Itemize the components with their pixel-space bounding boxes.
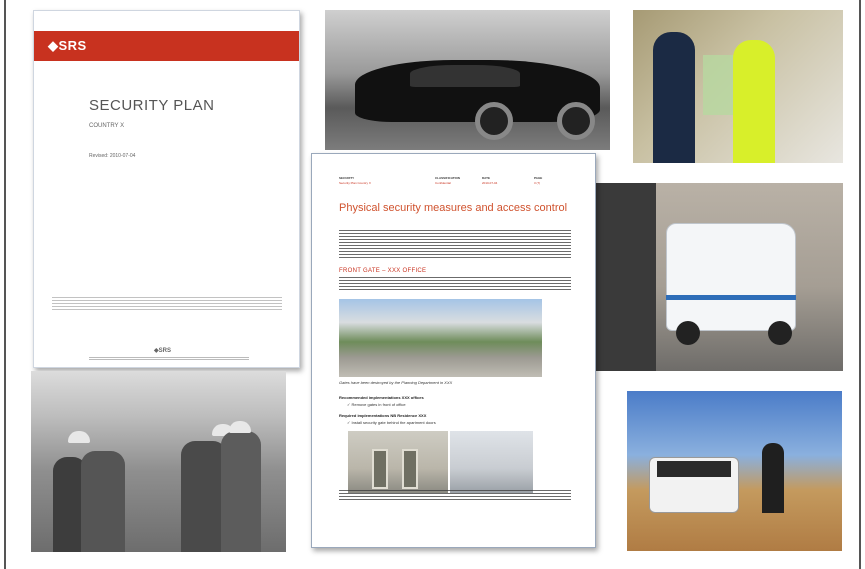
right-border	[859, 0, 861, 569]
meta-column: CLASSIFICATION Confidential	[435, 176, 460, 186]
cover-footer-logo: ◆SRS	[154, 348, 171, 354]
door	[402, 449, 418, 489]
meta-value: 3 (7)	[534, 181, 541, 185]
cover-red-band: ◆SRS	[34, 31, 299, 61]
cover-footer-address	[89, 357, 249, 361]
required-item-text: Install security gate behind the apartme…	[351, 420, 436, 425]
suv-window	[657, 461, 731, 477]
ambulance-van	[666, 223, 796, 331]
report-page: SECURITY Security Plan Country X CLASSIF…	[311, 153, 596, 548]
cover-title: SECURITY PLAN	[89, 97, 215, 114]
hard-hat	[229, 421, 251, 433]
cover-subtitle: COUNTRY X	[89, 123, 125, 129]
meta-value: 2010-07-04	[482, 181, 498, 185]
meta-column: SECURITY Security Plan Country X	[339, 176, 371, 186]
guard-screening-photo	[633, 10, 843, 163]
intro-paragraph	[339, 230, 571, 260]
subsection-title: FRONT GATE – XXX OFFICE	[339, 268, 427, 274]
apartment-door-photo	[348, 431, 448, 493]
meta-value: Confidential	[435, 181, 451, 185]
door	[372, 449, 388, 489]
car-wheel	[557, 102, 595, 140]
visitor-figure	[733, 40, 775, 163]
guard-figure	[653, 32, 695, 163]
person-figure	[762, 443, 784, 513]
ambulance-photo	[596, 183, 843, 371]
ambulance-wheel	[676, 321, 700, 345]
cover-disclaimer-text	[52, 297, 282, 311]
section-heading: Physical security measures and access co…	[339, 202, 568, 214]
person-figure	[221, 431, 261, 552]
person-figure	[81, 451, 125, 552]
hard-hat	[68, 431, 90, 443]
car-wheel	[475, 102, 513, 140]
front-gate-paragraph	[339, 277, 571, 292]
srs-logo: ◆SRS	[48, 38, 87, 53]
meta-column: PAGE 3 (7)	[534, 176, 542, 186]
front-gate-photo	[339, 299, 542, 377]
required-title: Required implementations NB Residence XX…	[339, 413, 427, 418]
cover-revised-date: Revised: 2010-07-04	[89, 153, 136, 159]
required-item: ✓ Install security gate behind the apart…	[347, 420, 436, 425]
left-border	[4, 0, 6, 569]
residence-building-photo	[450, 431, 533, 493]
meta-value: Security Plan Country X	[339, 181, 371, 185]
building-wall	[596, 183, 656, 371]
recommended-item-text: Remove gates in front of office	[351, 402, 406, 407]
sedan-photo	[325, 10, 610, 150]
suv-hillside-photo	[627, 391, 842, 551]
ambulance-stripe	[666, 295, 796, 300]
ambulance-wheel	[768, 321, 792, 345]
photo-caption: Gates have been destroyed by the Plannin…	[339, 380, 453, 385]
meta-column: DATE 2010-07-04	[482, 176, 497, 186]
recommended-item: ✓ Remove gates in front of office	[347, 402, 406, 407]
field-inspection-photo	[31, 371, 286, 552]
security-plan-cover: ◆SRS SECURITY PLAN COUNTRY X Revised: 20…	[33, 10, 300, 368]
car-window	[410, 65, 520, 87]
recommended-title: Recommended implementations XXX offices	[339, 395, 424, 400]
page-footer-text	[339, 490, 571, 500]
